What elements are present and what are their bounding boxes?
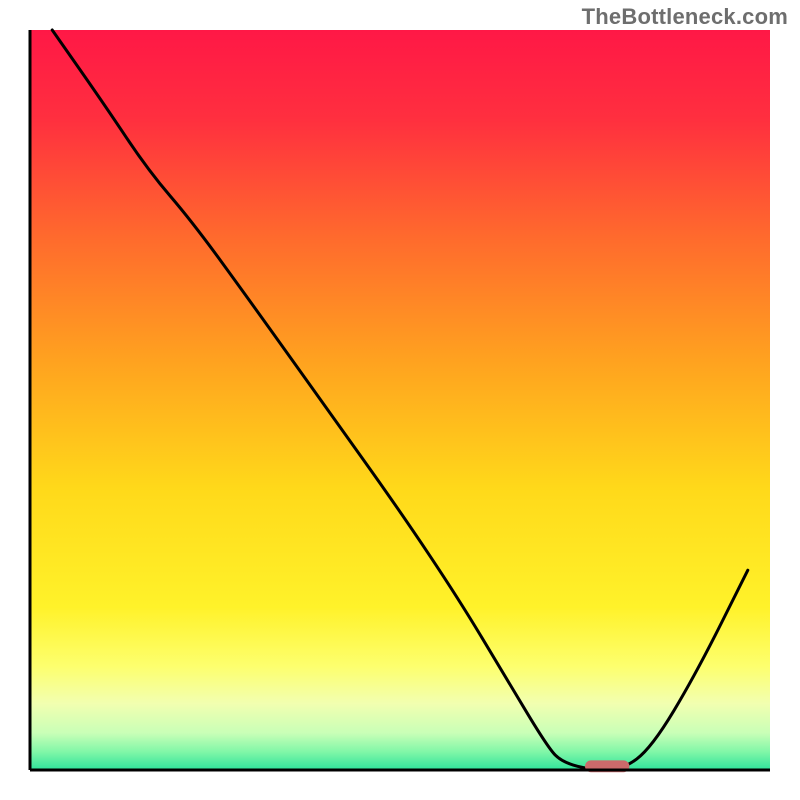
- chart-background: [30, 30, 770, 770]
- bottleneck-chart: [0, 0, 800, 800]
- chart-container: { "watermark": "TheBottleneck.com", "cha…: [0, 0, 800, 800]
- watermark-text: TheBottleneck.com: [582, 4, 788, 30]
